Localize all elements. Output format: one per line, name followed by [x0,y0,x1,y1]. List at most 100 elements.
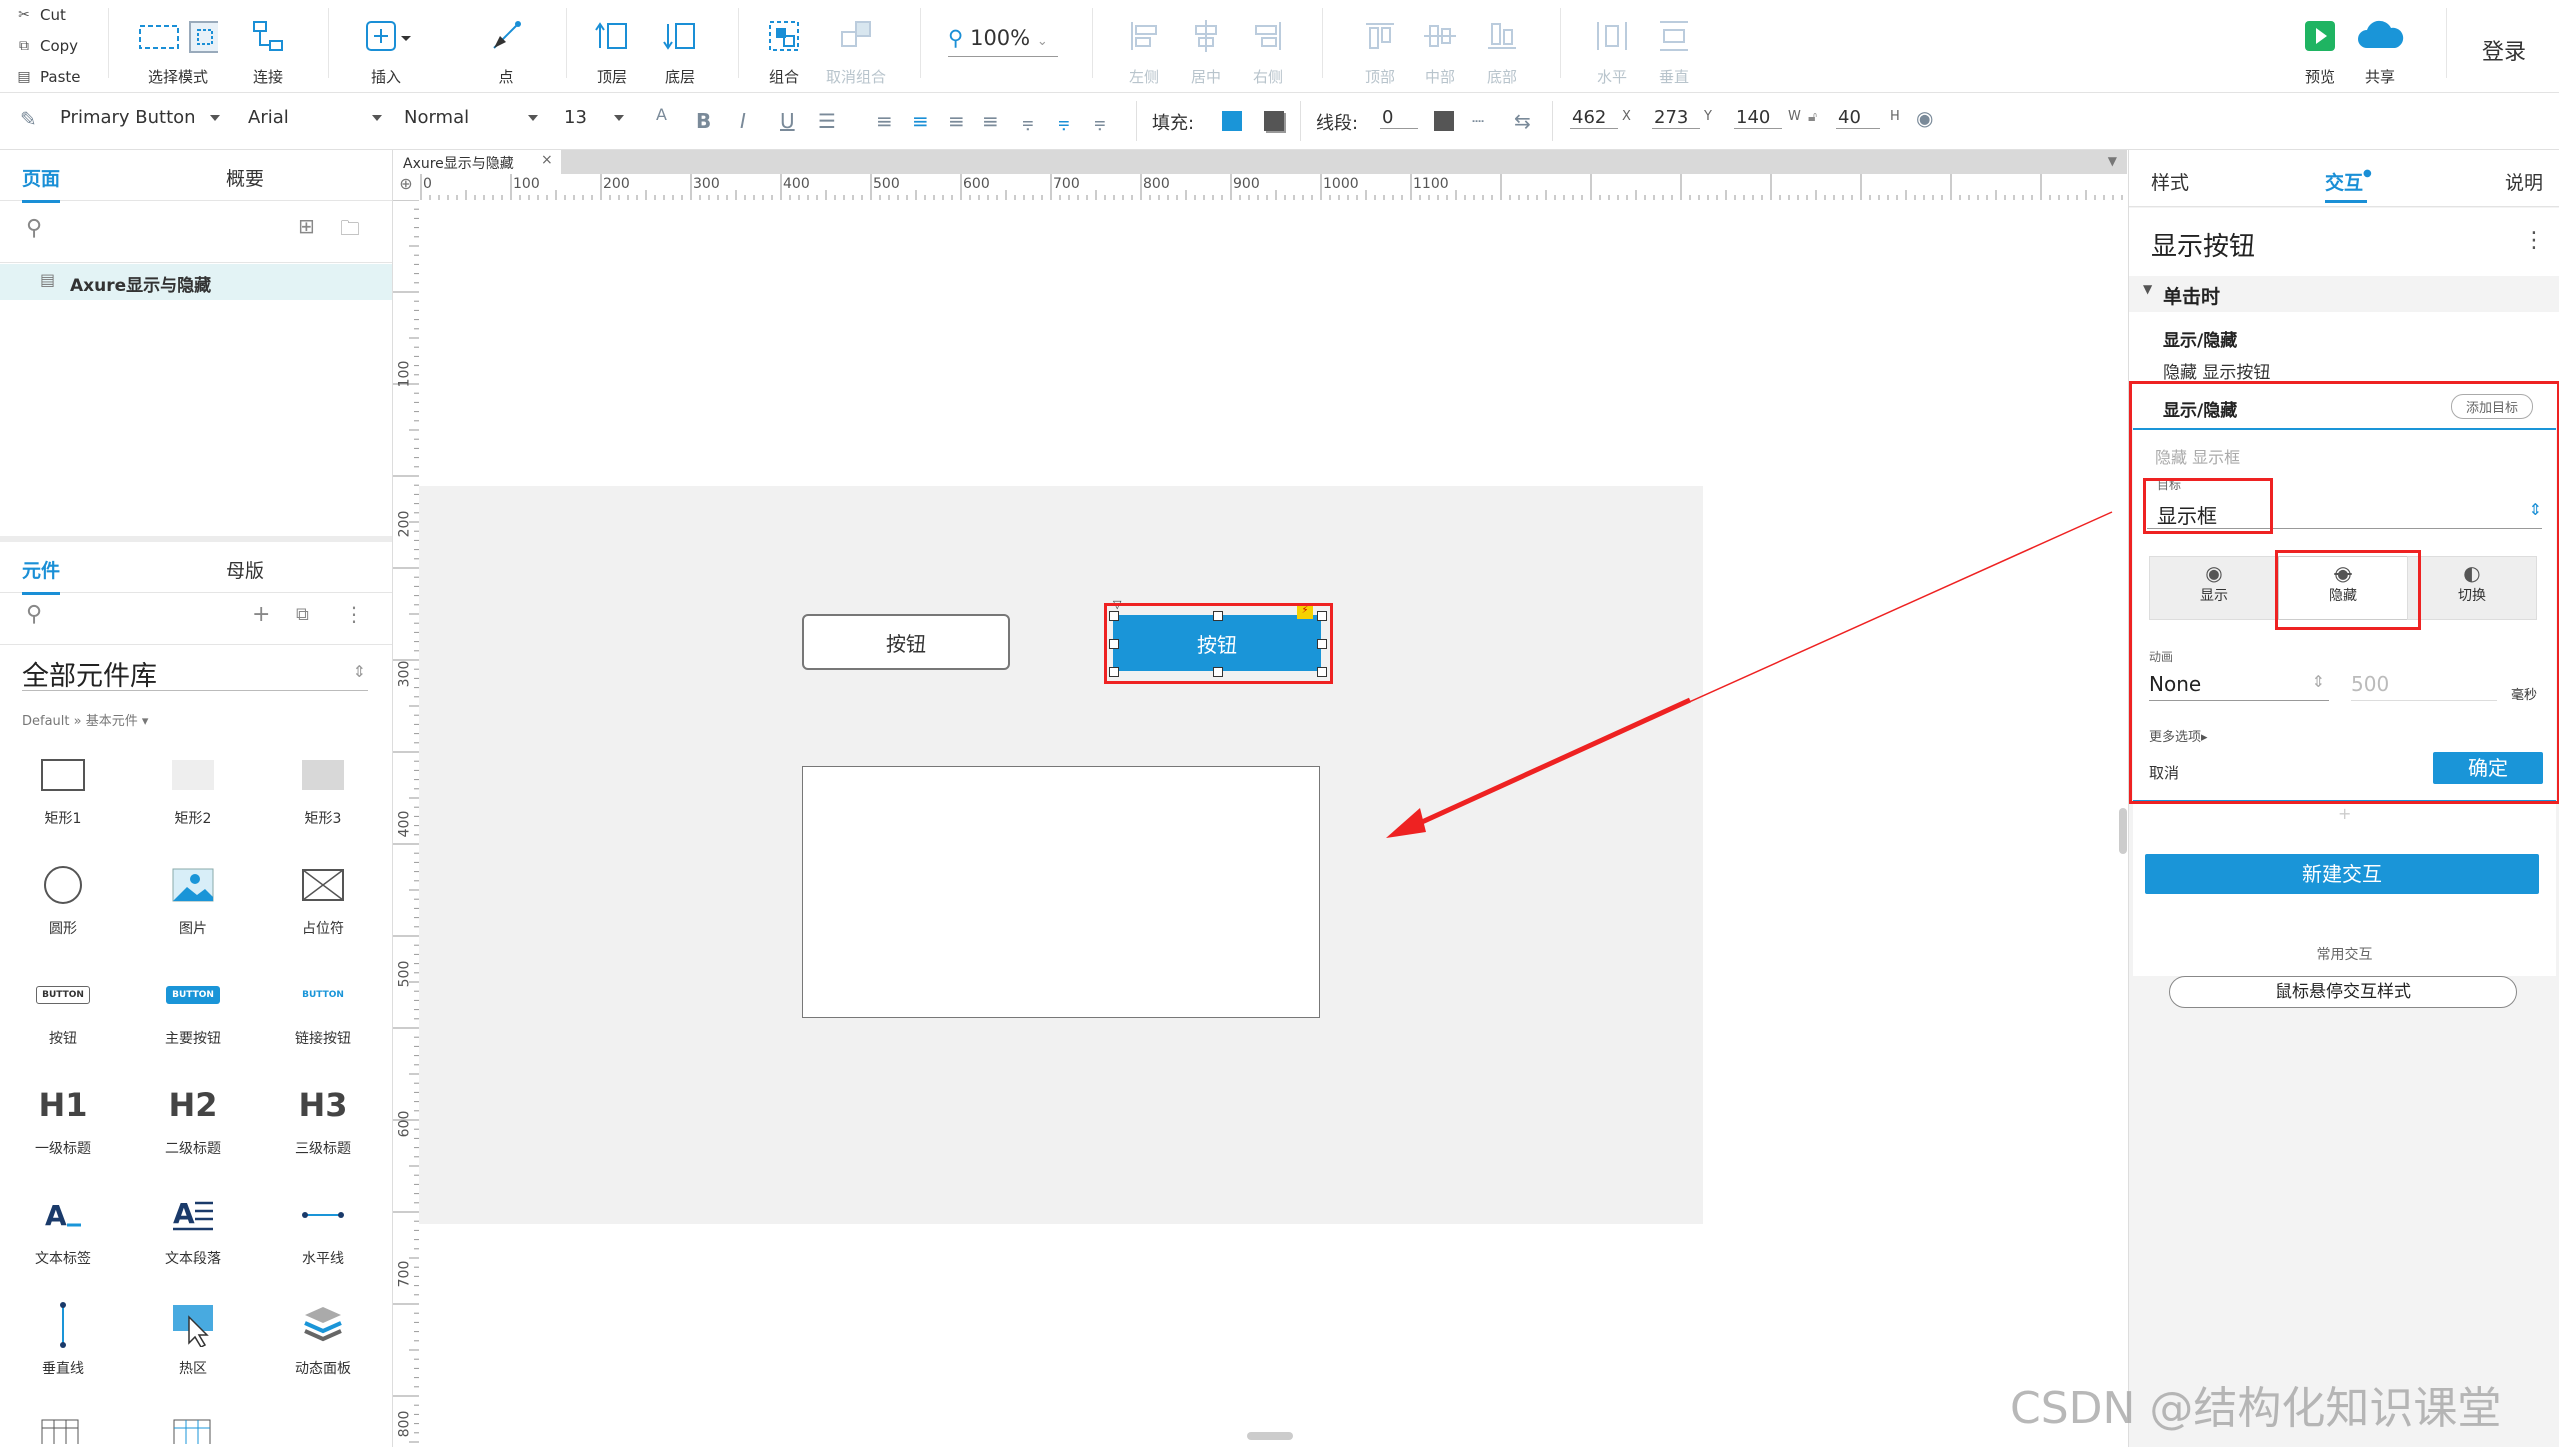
point-button[interactable]: 点 [466,16,546,87]
tab-style[interactable]: 样式 [2151,168,2189,195]
align-text-justify-icon[interactable]: ≡ [982,109,999,133]
connect-button[interactable]: 连接 [228,16,308,87]
component-circle[interactable]: 圆形 [8,860,118,938]
component-rectangle3[interactable]: 矩形3 [268,750,378,828]
y-input[interactable]: 273 [1652,107,1700,129]
group-button[interactable]: 组合 [744,16,824,87]
event-row[interactable]: ▼ 单击时 [2129,276,2559,312]
component-rectangle1[interactable]: 矩形1 [8,750,118,828]
valign-top-icon[interactable]: ⩦ [1022,109,1034,133]
component-heading1[interactable]: H1 一级标题 [8,1080,118,1158]
font-color-icon[interactable]: A [656,105,667,124]
zoom-select[interactable]: ⚲ 100% ⌄ [948,26,1058,57]
action1-title[interactable]: 显示/隐藏 [2163,326,2237,351]
eye-icon[interactable]: ◉ [1916,106,1933,130]
add-page-icon[interactable]: ⊞ [298,214,315,238]
components-tabs: 元件 母版 [0,542,392,595]
libraries-icon[interactable]: ⧉ [296,604,309,625]
valign-bottom-icon[interactable]: ⩦ [1094,109,1106,133]
line-color-swatch[interactable] [1434,111,1454,131]
main-toolbar: ✂ Cut ⧉ Copy ▤ Paste 选择模式 连接 插入 点 顶层 底层 组合 … [0,0,2559,93]
align-right-button[interactable]: 右侧 [1228,16,1308,87]
design-canvas[interactable]: 按钮 按钮 ⚡ ▽ [419,200,2127,1447]
style-select[interactable]: Primary Button [60,107,220,128]
component-dynamic-panel[interactable]: 动态面板 [268,1300,378,1378]
page-list-item[interactable]: ▤ Axure显示与隐藏 [0,264,392,300]
bullet-list-icon[interactable]: ☰ [818,109,836,133]
copy-button[interactable]: ⧉ Copy [16,37,78,55]
component-primary-button[interactable]: BUTTON 主要按钮 [138,970,248,1048]
select-mode-button[interactable]: 选择模式 [138,16,218,87]
font-size-select[interactable]: 13 [564,107,624,128]
component-link-button[interactable]: BUTTON 链接按钮 [268,970,378,1048]
canvas-display-box[interactable] [802,766,1320,1018]
scrollbar-horizontal[interactable] [1247,1432,1293,1440]
arrow-style-icon[interactable]: ⇆ [1514,109,1531,133]
document-tab[interactable]: Axure显示与隐藏 × [393,150,561,174]
font-weight-select[interactable]: Normal [404,107,538,128]
component-image[interactable]: 图片 [138,860,248,938]
component-vertical-line[interactable]: 垂直线 [8,1300,118,1378]
add-action-icon[interactable]: + [2338,804,2351,823]
component-rectangle2[interactable]: 矩形2 [138,750,248,828]
y-label: Y [1704,109,1712,124]
close-icon[interactable]: × [541,152,553,168]
tab-notes[interactable]: 说明 [2505,168,2543,195]
ruler-origin-icon[interactable]: ⊕ [393,174,420,201]
align-bottom-button[interactable]: 底部 [1462,16,1542,87]
search-icon[interactable]: ⚲ [26,602,42,627]
bold-button[interactable]: B [696,109,711,133]
search-icon[interactable]: ⚲ [26,216,42,241]
component-placeholder[interactable]: 占位符 [268,860,378,938]
align-text-center-icon[interactable]: ≡ [912,109,929,133]
x-input[interactable]: 462 [1570,107,1618,129]
insert-button[interactable]: 插入 [346,16,426,87]
distribute-vertical-button[interactable]: 垂直 [1634,16,1714,87]
component-heading3[interactable]: H3 三级标题 [268,1080,378,1158]
canvas-button-secondary[interactable]: 按钮 [802,614,1010,670]
library-select[interactable]: 全部元件库 ⇕ [22,654,368,692]
hover-style-button[interactable]: 鼠标悬停交互样式 [2169,976,2517,1008]
scrollbar-vertical[interactable] [2119,808,2127,854]
line-width-input[interactable]: 0 [1380,107,1418,129]
tab-pages[interactable]: 页面 [22,164,61,203]
width-input[interactable]: 140 [1734,107,1782,129]
component-heading2[interactable]: H2 二级标题 [138,1080,248,1158]
ungroup-button[interactable]: 取消组合 [816,16,896,87]
table-component-icon[interactable] [40,1414,80,1444]
component-text-paragraph[interactable]: A 文本段落 [138,1190,248,1268]
new-interaction-button[interactable]: 新建交互 [2145,854,2539,894]
component-text-label[interactable]: A 文本标签 [8,1190,118,1268]
component-button[interactable]: BUTTON 按钮 [8,970,118,1048]
height-input[interactable]: 40 [1836,107,1880,129]
send-to-back-button[interactable]: 底层 [640,16,720,87]
component-hotspot[interactable]: 热区 [138,1300,248,1378]
lock-icon[interactable]: 🔓︎ [1808,109,1817,125]
paste-button[interactable]: ▤ Paste [16,68,80,86]
valign-middle-icon[interactable]: ⩦ [1058,109,1070,133]
align-text-left-icon[interactable]: ≡ [876,109,893,133]
login-button[interactable]: 登录 [2482,34,2526,66]
italic-button[interactable]: I [740,109,746,133]
share-button[interactable]: 共享 [2340,16,2420,87]
chevron-down-icon[interactable]: ▼ [2108,154,2117,168]
line-style-icon[interactable]: ┈ [1472,109,1484,133]
font-family-select[interactable]: Arial [248,107,382,128]
more-icon[interactable]: ⋮ [344,602,364,626]
tab-interaction[interactable]: 交互● [2325,168,2372,195]
tab-components[interactable]: 元件 [22,556,61,595]
underline-button[interactable]: U [780,109,795,133]
add-library-icon[interactable]: + [252,602,270,627]
tab-outline[interactable]: 概要 [226,164,264,191]
folder-icon[interactable]: 🗀︎ [340,214,360,248]
component-horizontal-line[interactable]: 水平线 [268,1190,378,1268]
fill-color-swatch[interactable] [1222,111,1242,131]
more-icon[interactable]: ⋮ [2523,228,2545,253]
cut-button[interactable]: ✂ Cut [16,6,66,24]
repeater-component-icon[interactable] [172,1414,212,1444]
align-text-right-icon[interactable]: ≡ [948,109,965,133]
shadow-swatch[interactable] [1264,111,1284,131]
ungroup-icon [816,16,896,56]
widget-name[interactable]: 显示按钮 [2151,226,2255,263]
tab-masters[interactable]: 母版 [226,556,264,583]
